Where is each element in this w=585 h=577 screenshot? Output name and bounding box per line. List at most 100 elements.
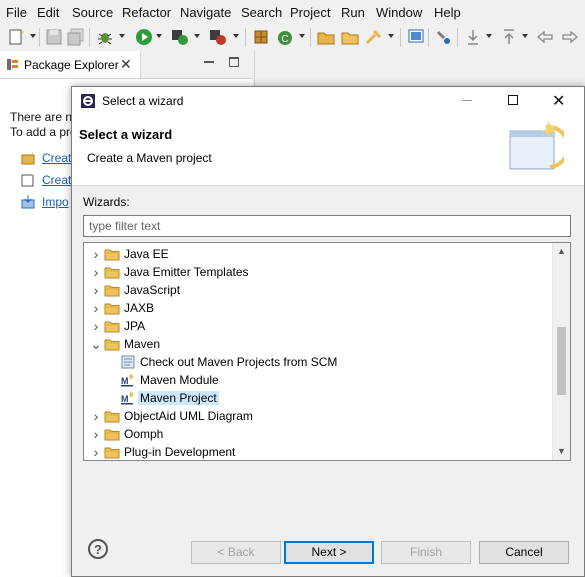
tab-package-explorer[interactable]: Package Explorer ✕ bbox=[0, 51, 141, 78]
wizard-tree[interactable]: ▲ ▼ › Java EE › Java Emitter Templates › Java… bbox=[83, 242, 571, 461]
prev-annotation-dropdown-icon[interactable] bbox=[522, 34, 528, 38]
open-folder-icon[interactable] bbox=[340, 27, 360, 47]
tree-category-row[interactable]: › Oomph bbox=[84, 425, 554, 443]
menu-refactor[interactable]: Refactor bbox=[122, 5, 171, 20]
coverage-icon[interactable] bbox=[170, 27, 190, 47]
chevron-right-icon[interactable]: › bbox=[90, 263, 102, 281]
chevron-right-icon[interactable]: › bbox=[90, 299, 102, 317]
tree-wizard-row[interactable]: Check out Maven Projects from SCM bbox=[84, 353, 554, 371]
tree-category-row[interactable]: › JavaScript bbox=[84, 281, 554, 299]
svg-text:C: C bbox=[281, 34, 288, 45]
tree-category-row[interactable]: › JAXB bbox=[84, 299, 554, 317]
tree-item-label: Maven Project bbox=[138, 391, 219, 405]
dialog-title: Select a wizard bbox=[102, 94, 184, 108]
folder-icon bbox=[104, 249, 120, 261]
folder-icon bbox=[104, 339, 120, 351]
folder-icon bbox=[104, 321, 120, 333]
menu-source[interactable]: Source bbox=[72, 5, 113, 20]
chevron-right-icon[interactable]: › bbox=[90, 443, 102, 460]
console-icon[interactable] bbox=[406, 27, 426, 47]
external-tools-dropdown-icon[interactable] bbox=[233, 34, 239, 38]
menu-run[interactable]: Run bbox=[341, 5, 365, 20]
tree-wizard-row[interactable]: M Maven Project bbox=[84, 389, 554, 407]
forward-icon[interactable] bbox=[560, 27, 580, 47]
tree-category-row[interactable]: › ObjectAid UML Diagram bbox=[84, 407, 554, 425]
tree-item-label: Maven bbox=[124, 337, 161, 351]
run-dropdown-icon[interactable] bbox=[156, 34, 162, 38]
back-icon[interactable] bbox=[535, 27, 555, 47]
tree-category-row[interactable]: ⌄ Maven bbox=[84, 335, 554, 353]
tree-item-label: Plug-in Development bbox=[124, 445, 236, 459]
new-class-icon[interactable]: C bbox=[275, 27, 295, 47]
tree-category-row[interactable]: › Java Emitter Templates bbox=[84, 263, 554, 281]
chevron-right-icon[interactable]: › bbox=[90, 407, 102, 425]
new-package-icon[interactable] bbox=[251, 27, 271, 47]
menu-window[interactable]: Window bbox=[376, 5, 422, 20]
chevron-right-icon[interactable]: › bbox=[90, 281, 102, 299]
maximize-icon[interactable] bbox=[229, 57, 239, 67]
tree-wizard-row[interactable]: M Maven Module bbox=[84, 371, 554, 389]
menu-project[interactable]: Project bbox=[290, 5, 330, 20]
chevron-right-icon[interactable]: › bbox=[90, 317, 102, 335]
tree-item-label: Oomph bbox=[124, 427, 164, 441]
tree-item-label: Java Emitter Templates bbox=[124, 265, 249, 279]
new-project-icon bbox=[21, 173, 34, 187]
new-file-icon[interactable] bbox=[7, 27, 27, 47]
tree-item-label: JavaScript bbox=[124, 283, 181, 297]
wizard-banner: Select a wizard Create a Maven project bbox=[72, 115, 584, 186]
menu-edit[interactable]: Edit bbox=[37, 5, 59, 20]
filter-input[interactable] bbox=[83, 215, 571, 237]
tree-category-row[interactable]: › Java EE bbox=[84, 245, 554, 263]
tab-label: Package Explorer bbox=[24, 58, 119, 72]
search-dropdown-icon[interactable] bbox=[388, 34, 394, 38]
maven-icon: M bbox=[121, 373, 135, 387]
tree-item-label: JAXB bbox=[124, 301, 155, 315]
scroll-up-arrow-icon[interactable]: ▲ bbox=[557, 246, 566, 256]
external-tools-icon[interactable] bbox=[208, 27, 228, 47]
toolbar-separator bbox=[310, 28, 311, 47]
save-icon bbox=[46, 29, 62, 45]
close-icon[interactable]: ✕ bbox=[120, 56, 132, 73]
next-annotation-dropdown-icon[interactable] bbox=[486, 34, 492, 38]
tree-scrollbar[interactable]: ▲ ▼ bbox=[552, 243, 570, 460]
back-button[interactable]: < Back bbox=[191, 541, 281, 564]
chevron-down-icon[interactable]: ⌄ bbox=[90, 335, 102, 353]
eclipse-icon bbox=[81, 94, 95, 108]
cancel-button[interactable]: Cancel bbox=[479, 541, 569, 564]
wizards-label: Wizards: bbox=[83, 195, 130, 209]
scroll-down-arrow-icon[interactable]: ▼ bbox=[557, 446, 566, 456]
menu-navigate[interactable]: Navigate bbox=[180, 5, 231, 20]
scrollbar-thumb[interactable] bbox=[557, 327, 566, 395]
help-icon[interactable]: ? bbox=[88, 539, 108, 559]
open-type-icon[interactable] bbox=[316, 27, 336, 47]
coverage-dropdown-icon[interactable] bbox=[194, 34, 200, 38]
tree-category-row[interactable]: › JPA bbox=[84, 317, 554, 335]
debug-icon[interactable] bbox=[95, 27, 115, 47]
toggle-mark-icon[interactable] bbox=[434, 27, 454, 47]
prev-annotation-icon[interactable] bbox=[499, 27, 519, 47]
link-create-java-project[interactable]: Creat bbox=[42, 151, 71, 165]
chevron-right-icon[interactable]: › bbox=[90, 425, 102, 443]
toolbar-separator bbox=[400, 28, 401, 47]
new-dropdown-icon[interactable] bbox=[30, 34, 36, 38]
maximize-icon[interactable] bbox=[508, 95, 518, 105]
next-annotation-icon[interactable] bbox=[463, 27, 483, 47]
chevron-right-icon[interactable]: › bbox=[90, 245, 102, 263]
next-button[interactable]: Next > bbox=[284, 541, 374, 564]
menu-search[interactable]: Search bbox=[241, 5, 282, 20]
run-icon[interactable] bbox=[134, 27, 154, 47]
menu-help[interactable]: Help bbox=[434, 5, 461, 20]
link-import-projects[interactable]: Impo bbox=[42, 195, 69, 209]
link-create-project[interactable]: Creat bbox=[42, 173, 71, 187]
folder-icon bbox=[104, 303, 120, 315]
debug-dropdown-icon[interactable] bbox=[119, 34, 125, 38]
finish-button[interactable]: Finish bbox=[381, 541, 471, 564]
minimize-icon[interactable] bbox=[204, 61, 214, 63]
close-icon[interactable]: ✕ bbox=[552, 91, 565, 111]
maven-icon: M bbox=[121, 391, 135, 405]
search-icon[interactable] bbox=[364, 27, 384, 47]
new-class-dropdown-icon[interactable] bbox=[299, 34, 305, 38]
tree-category-row[interactable]: › Plug-in Development bbox=[84, 443, 554, 460]
menu-file[interactable]: File bbox=[6, 5, 27, 20]
tree-item-label: ObjectAid UML Diagram bbox=[124, 409, 253, 423]
